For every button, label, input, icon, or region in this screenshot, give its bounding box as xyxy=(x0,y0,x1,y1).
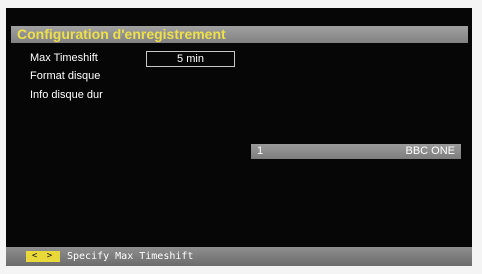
menu-item-info-disque-dur[interactable]: Info disque dur xyxy=(30,88,103,102)
menu-item-format-disque[interactable]: Format disque xyxy=(30,69,100,83)
info-disque-dur-label: Info disque dur xyxy=(30,89,103,101)
max-timeshift-label: Max Timeshift xyxy=(30,52,98,64)
channel-name: BBC ONE xyxy=(405,145,455,157)
tv-screen: Configuration d'enregistrement Max Times… xyxy=(6,8,472,266)
format-disque-label: Format disque xyxy=(30,70,101,82)
left-right-keys-icon: < > xyxy=(26,251,60,262)
menu-title: Configuration d'enregistrement xyxy=(17,26,226,42)
menu-title-bar: Configuration d'enregistrement xyxy=(11,26,468,43)
max-timeshift-value[interactable]: 5 min xyxy=(146,51,235,67)
channel-info-bar: 1 BBC ONE xyxy=(251,144,461,159)
hint-text: Specify Max Timeshift xyxy=(67,251,194,262)
hint-bar: < > Specify Max Timeshift xyxy=(6,247,472,266)
channel-number: 1 xyxy=(257,145,264,157)
menu-item-max-timeshift[interactable]: Max Timeshift xyxy=(30,51,98,65)
